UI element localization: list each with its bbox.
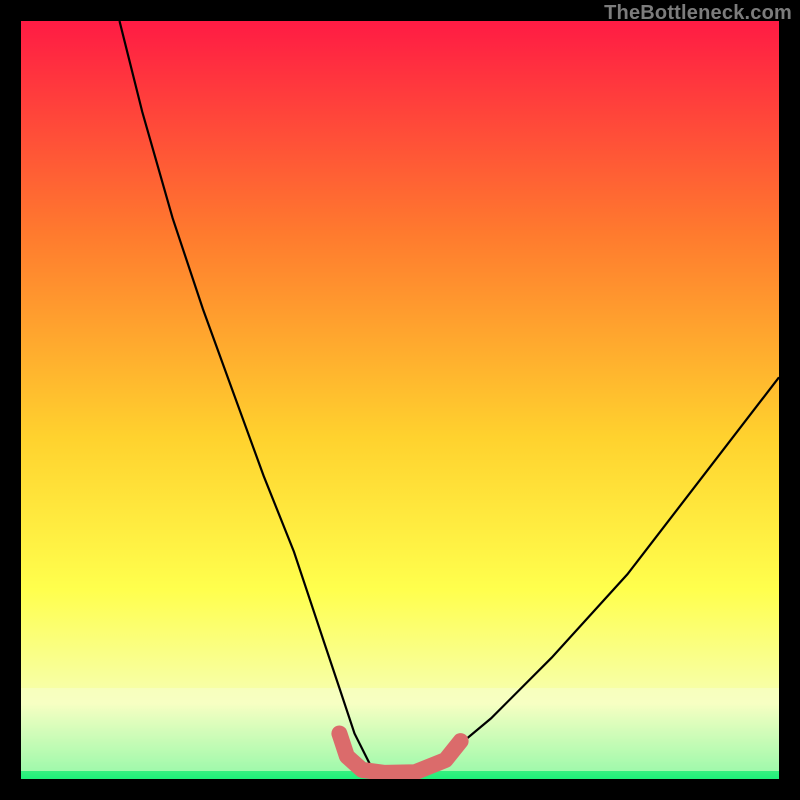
gradient-background [21, 21, 779, 779]
chart-root: TheBottleneck.com [0, 0, 800, 800]
plot-area [21, 21, 779, 779]
light-band [21, 688, 779, 771]
plot-svg [21, 21, 779, 779]
